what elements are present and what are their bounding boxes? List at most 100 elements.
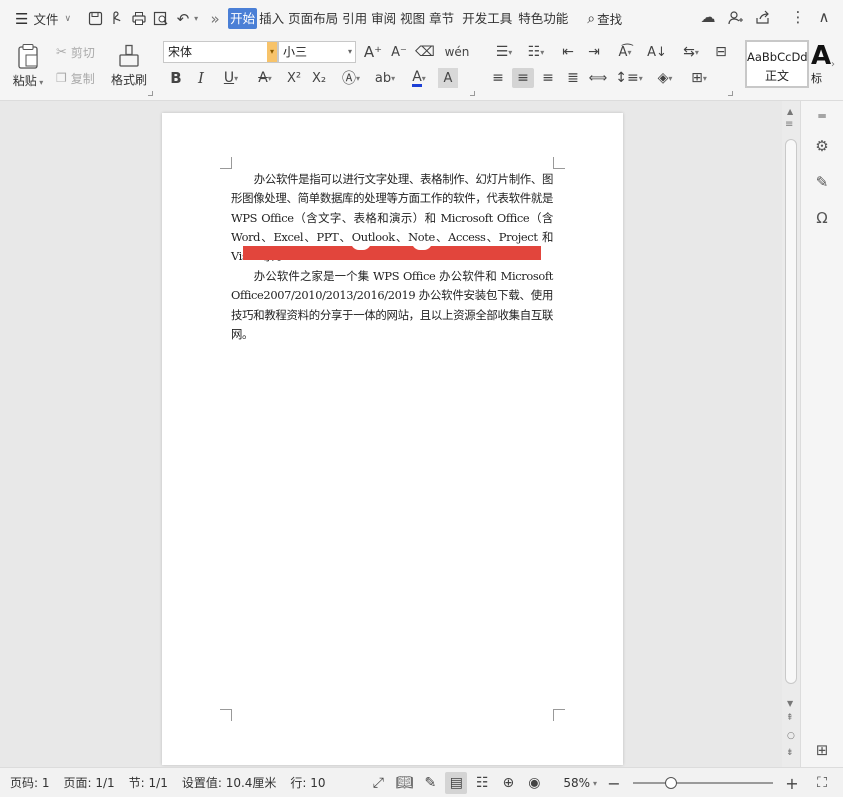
tab-developer[interactable]: 开发工具 [460, 8, 514, 29]
borders-icon[interactable]: ⊞ ▾ [684, 68, 714, 88]
pen-edit-icon[interactable]: ✎ [811, 171, 833, 193]
pen-mode-icon[interactable]: ✎ [419, 772, 441, 794]
user-add-icon[interactable] [724, 6, 746, 28]
chinese-layout-icon[interactable]: A͡ ▾ [610, 42, 640, 62]
eye-protection-icon[interactable]: ◉ [523, 772, 545, 794]
more-commands-icon[interactable]: » [204, 8, 226, 30]
scrollbar-thumb[interactable] [785, 139, 797, 684]
strikethrough-icon[interactable]: A ▾ [250, 68, 280, 88]
web-view-icon[interactable]: ⊕ [497, 772, 519, 794]
font-name-dropdown-icon[interactable]: ▾ [267, 42, 277, 62]
scroll-up-icon[interactable]: ▲ [787, 107, 793, 116]
clear-format-icon[interactable]: ⌫ [414, 42, 436, 62]
format-painter-button[interactable]: 格式刷 [108, 41, 150, 91]
grow-font-icon[interactable]: A⁺ [362, 42, 384, 62]
decrease-indent-icon[interactable]: ⇤ [557, 42, 579, 62]
line-spacing-icon[interactable]: ↕≡ ▾ [614, 68, 644, 88]
red-divider-bar [243, 246, 541, 260]
underline-icon[interactable]: U ▾ [216, 68, 246, 88]
search-box[interactable]: ⌕ 查找 [584, 7, 625, 31]
undo-dropdown-icon[interactable]: ▾ [194, 14, 198, 23]
tab-home[interactable]: 开始 [228, 8, 258, 29]
copy-button[interactable]: ❐ 复制 [56, 68, 95, 88]
select-browse-icon[interactable]: ○ [787, 731, 795, 741]
text-effect-icon[interactable]: Ⓐ ▾ [336, 68, 366, 88]
status-page-count[interactable]: 页面: 1/1 [57, 774, 122, 791]
export-pdf-icon[interactable] [106, 8, 128, 30]
tab-chapter[interactable]: 章节 [427, 8, 456, 29]
paragraph-2[interactable]: 办公软件之家是一个集 WPS Office 办公软件和 Microsoft Of… [231, 267, 553, 344]
collapse-ribbon-icon[interactable]: ∧ [813, 6, 835, 28]
zoom-in-icon[interactable]: + [781, 772, 803, 794]
zoom-dropdown-icon[interactable]: ▾ [593, 779, 597, 788]
document-page[interactable]: 办公软件是指可以进行文字处理、表格制作、幻灯片制作、图形图像处理、简单数据库的处… [162, 113, 623, 765]
apps-grid-icon[interactable]: ⊞ [811, 739, 833, 761]
status-setting-value[interactable]: 设置值: 10.4厘米 [175, 774, 284, 791]
read-mode-icon[interactable]: 📖︎ [393, 772, 415, 794]
shrink-font-icon[interactable]: A⁻ [388, 42, 410, 62]
table-layout-icon[interactable]: ⊟ [710, 42, 732, 62]
fit-window-icon[interactable]: ⛶ [811, 772, 833, 794]
italic-icon[interactable]: I [191, 68, 211, 88]
share-icon[interactable] [751, 6, 773, 28]
tab-review[interactable]: 审阅 [369, 8, 398, 29]
phonetic-guide-icon[interactable]: wén [442, 41, 472, 63]
bold-icon[interactable]: B [166, 68, 186, 88]
next-page-icon[interactable]: ⇟ [786, 748, 794, 758]
tab-insert[interactable]: 插入 [257, 8, 286, 29]
font-size-select[interactable]: 小三 ▾ [278, 41, 356, 63]
font-color-icon[interactable]: A ▾ [404, 68, 434, 88]
outline-view-icon[interactable]: ☷ [471, 772, 493, 794]
vertical-scrollbar[interactable]: ▲ ≡ ▼ ⇞ ○ ⇟ [782, 101, 800, 767]
styles-scroll-icon[interactable]: › [831, 59, 835, 70]
cut-button[interactable]: ✂ 剪切 [56, 42, 95, 62]
panel-collapse-icon[interactable]: ═ [811, 105, 833, 127]
save-icon[interactable] [84, 8, 106, 30]
style-normal[interactable]: AaBbCcDd 正文 [745, 40, 809, 88]
status-line[interactable]: 行: 10 [283, 774, 332, 791]
adjust-settings-icon[interactable]: ⚙ [811, 135, 833, 157]
shading-icon[interactable]: ◈ ▾ [650, 68, 680, 88]
more-options-icon[interactable]: ⋮ [787, 6, 809, 28]
tab-page-layout[interactable]: 页面布局 [286, 8, 340, 29]
zoom-slider[interactable] [633, 773, 773, 793]
distributed-icon[interactable]: ⟺ [588, 68, 608, 88]
print-icon[interactable] [128, 8, 150, 30]
char-shading-icon[interactable]: A [438, 68, 458, 88]
superscript-icon[interactable]: X² [283, 68, 305, 88]
justify-icon[interactable]: ≣ [563, 68, 583, 88]
page-view-icon[interactable]: ▤ [445, 772, 468, 794]
fullscreen-icon[interactable]: ⤢ [367, 772, 389, 794]
file-menu[interactable]: ☰ 文件 ∨ [12, 7, 74, 31]
omega-symbol-icon[interactable]: Ω [811, 207, 833, 229]
numbered-list-icon[interactable]: ☷ ▾ [522, 42, 550, 62]
bullet-list-icon[interactable]: ☰ ▾ [490, 42, 518, 62]
paragraph-group-launcher[interactable] [728, 91, 733, 96]
tab-special-features[interactable]: 特色功能 [516, 8, 570, 29]
align-left-icon[interactable]: ≡ [488, 68, 508, 88]
font-name-select[interactable]: 宋体 ▾ [163, 41, 278, 63]
tab-references[interactable]: 引用 [340, 8, 369, 29]
zoom-slider-knob[interactable] [664, 777, 677, 789]
print-preview-icon[interactable] [150, 8, 172, 30]
zoom-value[interactable]: 58% [563, 776, 590, 790]
zoom-out-icon[interactable]: − [603, 772, 625, 794]
undo-icon[interactable]: ↶ [172, 8, 194, 30]
clipboard-group-launcher[interactable] [148, 91, 153, 96]
show-marks-icon[interactable]: ⇆ ▾ [676, 42, 706, 62]
status-section[interactable]: 节: 1/1 [122, 774, 175, 791]
align-center-icon[interactable]: ≡ [512, 68, 534, 88]
tab-view[interactable]: 视图 [398, 8, 427, 29]
paste-button[interactable]: 粘贴 ▾ [8, 41, 48, 91]
align-right-icon[interactable]: ≡ [538, 68, 558, 88]
increase-indent-icon[interactable]: ⇥ [583, 42, 605, 62]
sort-icon[interactable]: A↓ [646, 42, 668, 62]
subscript-icon[interactable]: X₂ [308, 68, 330, 88]
cloud-sync-icon[interactable]: ☁ [697, 6, 719, 28]
prev-page-icon[interactable]: ⇞ [786, 713, 794, 723]
status-page-number[interactable]: 页码: 1 [0, 774, 57, 791]
scroll-down-icon[interactable]: ▼ [787, 699, 793, 708]
font-group-launcher[interactable] [470, 91, 475, 96]
highlight-icon[interactable]: ab ▾ [370, 68, 400, 88]
font-size-dropdown-icon[interactable]: ▾ [345, 42, 355, 62]
